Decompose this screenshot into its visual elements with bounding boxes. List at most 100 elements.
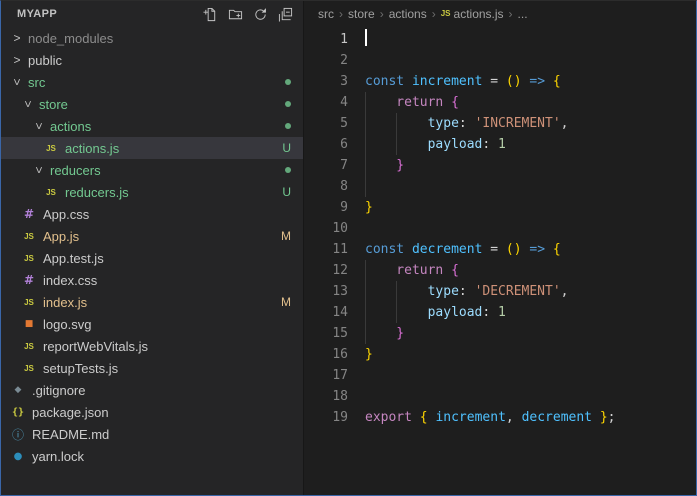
code-line-6[interactable]: payload: 1 [365, 134, 696, 155]
file-item-README.md[interactable]: ⓘREADME.md [1, 423, 303, 445]
file-item-reducers.js[interactable]: JSreducers.jsU [1, 181, 303, 203]
line-number: 12 [304, 260, 348, 281]
code-line-8[interactable] [365, 176, 696, 197]
code-line-7[interactable]: } [365, 155, 696, 176]
new-folder-icon[interactable] [227, 6, 243, 22]
code-token: export [365, 410, 412, 425]
item-label: actions.js [65, 141, 119, 156]
code-token: 'INCREMENT' [475, 116, 561, 131]
code-area[interactable]: 12345678910111213141516171819 const incr… [304, 26, 696, 495]
code-line-2[interactable] [365, 50, 696, 71]
code-token: 1 [498, 137, 506, 152]
code-line-9[interactable]: } [365, 197, 696, 218]
explorer-sidebar: MYAPP >node_modules>public>src>store>act… [1, 1, 304, 495]
file-item-index.js[interactable]: JSindex.jsM [1, 291, 303, 313]
file-item-logo.svg[interactable]: ■logo.svg [1, 313, 303, 335]
gutter: 12345678910111213141516171819 [304, 29, 348, 495]
folder-item-store[interactable]: >store [1, 93, 303, 115]
code-token: 'DECREMENT' [475, 284, 561, 299]
breadcrumb-item-store[interactable]: store [348, 7, 375, 21]
json-file-icon: {} [10, 407, 26, 418]
row-decorations: M [281, 295, 303, 309]
code-line-15[interactable]: } [365, 323, 696, 344]
file-item-actions.js[interactable]: JSactions.jsU [1, 137, 303, 159]
file-item-index.css[interactable]: #index.css [1, 269, 303, 291]
line-number: 14 [304, 302, 348, 323]
line-number: 1 [304, 29, 348, 50]
item-label: reportWebVitals.js [43, 339, 148, 354]
code-line-11[interactable]: const decrement = () => { [365, 239, 696, 260]
breadcrumb: src›store›actions›JSactions.js›... [304, 1, 696, 26]
code-token: } [365, 200, 373, 215]
gitignore-file-icon: ◆ [10, 385, 26, 395]
breadcrumb-label: store [348, 7, 375, 21]
text-cursor [365, 29, 367, 46]
indent-guide [396, 302, 427, 323]
file-item-.gitignore[interactable]: ◆ .gitignore [1, 379, 303, 401]
modified-contents-dot [285, 167, 291, 173]
code-token [412, 410, 420, 425]
css-file-icon: # [21, 207, 37, 221]
code-line-1[interactable] [365, 29, 696, 50]
new-file-icon[interactable] [202, 6, 218, 22]
item-label: .gitignore [32, 383, 85, 398]
file-item-App.js[interactable]: JSApp.jsM [1, 225, 303, 247]
folder-item-src[interactable]: >src [1, 71, 303, 93]
breadcrumb-item-...[interactable]: ... [518, 7, 528, 21]
code-line-12[interactable]: return { [365, 260, 696, 281]
folder-item-actions[interactable]: >actions [1, 115, 303, 137]
line-number: 8 [304, 176, 348, 197]
code-token: () [506, 74, 522, 89]
code-lines[interactable]: const increment = () => {return {type: '… [348, 29, 696, 495]
folder-item-public[interactable]: >public [1, 49, 303, 71]
explorer-section-header[interactable]: MYAPP [1, 1, 303, 27]
code-line-17[interactable] [365, 365, 696, 386]
item-label: node_modules [28, 31, 113, 46]
code-line-13[interactable]: type: 'DECREMENT', [365, 281, 696, 302]
indent-guide [365, 176, 396, 197]
code-line-3[interactable]: const increment = () => { [365, 71, 696, 92]
code-token: = [482, 74, 505, 89]
line-number: 7 [304, 155, 348, 176]
code-line-16[interactable]: } [365, 344, 696, 365]
javascript-file-icon: JS [21, 254, 37, 263]
folder-item-reducers[interactable]: >reducers [1, 159, 303, 181]
code-line-5[interactable]: type: 'INCREMENT', [365, 113, 696, 134]
file-item-reportWebVitals.js[interactable]: JSreportWebVitals.js [1, 335, 303, 357]
breadcrumb-separator: › [339, 7, 343, 21]
chevron-down-icon: > [32, 119, 46, 133]
code-line-19[interactable]: export { increment, decrement }; [365, 407, 696, 428]
item-label: index.css [43, 273, 97, 288]
code-line-14[interactable]: payload: 1 [365, 302, 696, 323]
collapse-folders-icon[interactable] [277, 6, 293, 22]
code-token: { [553, 74, 561, 89]
file-item-package.json[interactable]: {}package.json [1, 401, 303, 423]
file-item-App.test.js[interactable]: JSApp.test.js [1, 247, 303, 269]
code-token: ; [608, 410, 616, 425]
code-line-18[interactable] [365, 386, 696, 407]
refresh-explorer-icon[interactable] [252, 6, 268, 22]
folder-item-node_modules[interactable]: >node_modules [1, 27, 303, 49]
javascript-file-icon: JS [43, 144, 59, 153]
line-number: 11 [304, 239, 348, 260]
javascript-file-icon: JS [21, 232, 37, 241]
indent-guide [365, 92, 396, 113]
code-token: increment [435, 410, 505, 425]
breadcrumb-item-actions.js[interactable]: JSactions.js [441, 7, 504, 21]
breadcrumb-item-actions[interactable]: actions [389, 7, 427, 21]
item-label: reducers.js [65, 185, 129, 200]
file-item-yarn.lock[interactable]: ●yarn.lock [1, 445, 303, 467]
item-label: App.css [43, 207, 89, 222]
code-token: const [365, 242, 412, 257]
file-item-setupTests.js[interactable]: JSsetupTests.js [1, 357, 303, 379]
row-decorations: M [281, 229, 303, 243]
code-token: => [529, 242, 545, 257]
code-token: { [451, 95, 459, 110]
file-item-App.css[interactable]: # App.css [1, 203, 303, 225]
code-line-10[interactable] [365, 218, 696, 239]
code-line-4[interactable]: return { [365, 92, 696, 113]
breadcrumb-label: actions.js [454, 7, 504, 21]
breadcrumb-item-src[interactable]: src [318, 7, 334, 21]
code-token: : [482, 305, 498, 320]
git-status-badge: M [281, 295, 291, 309]
